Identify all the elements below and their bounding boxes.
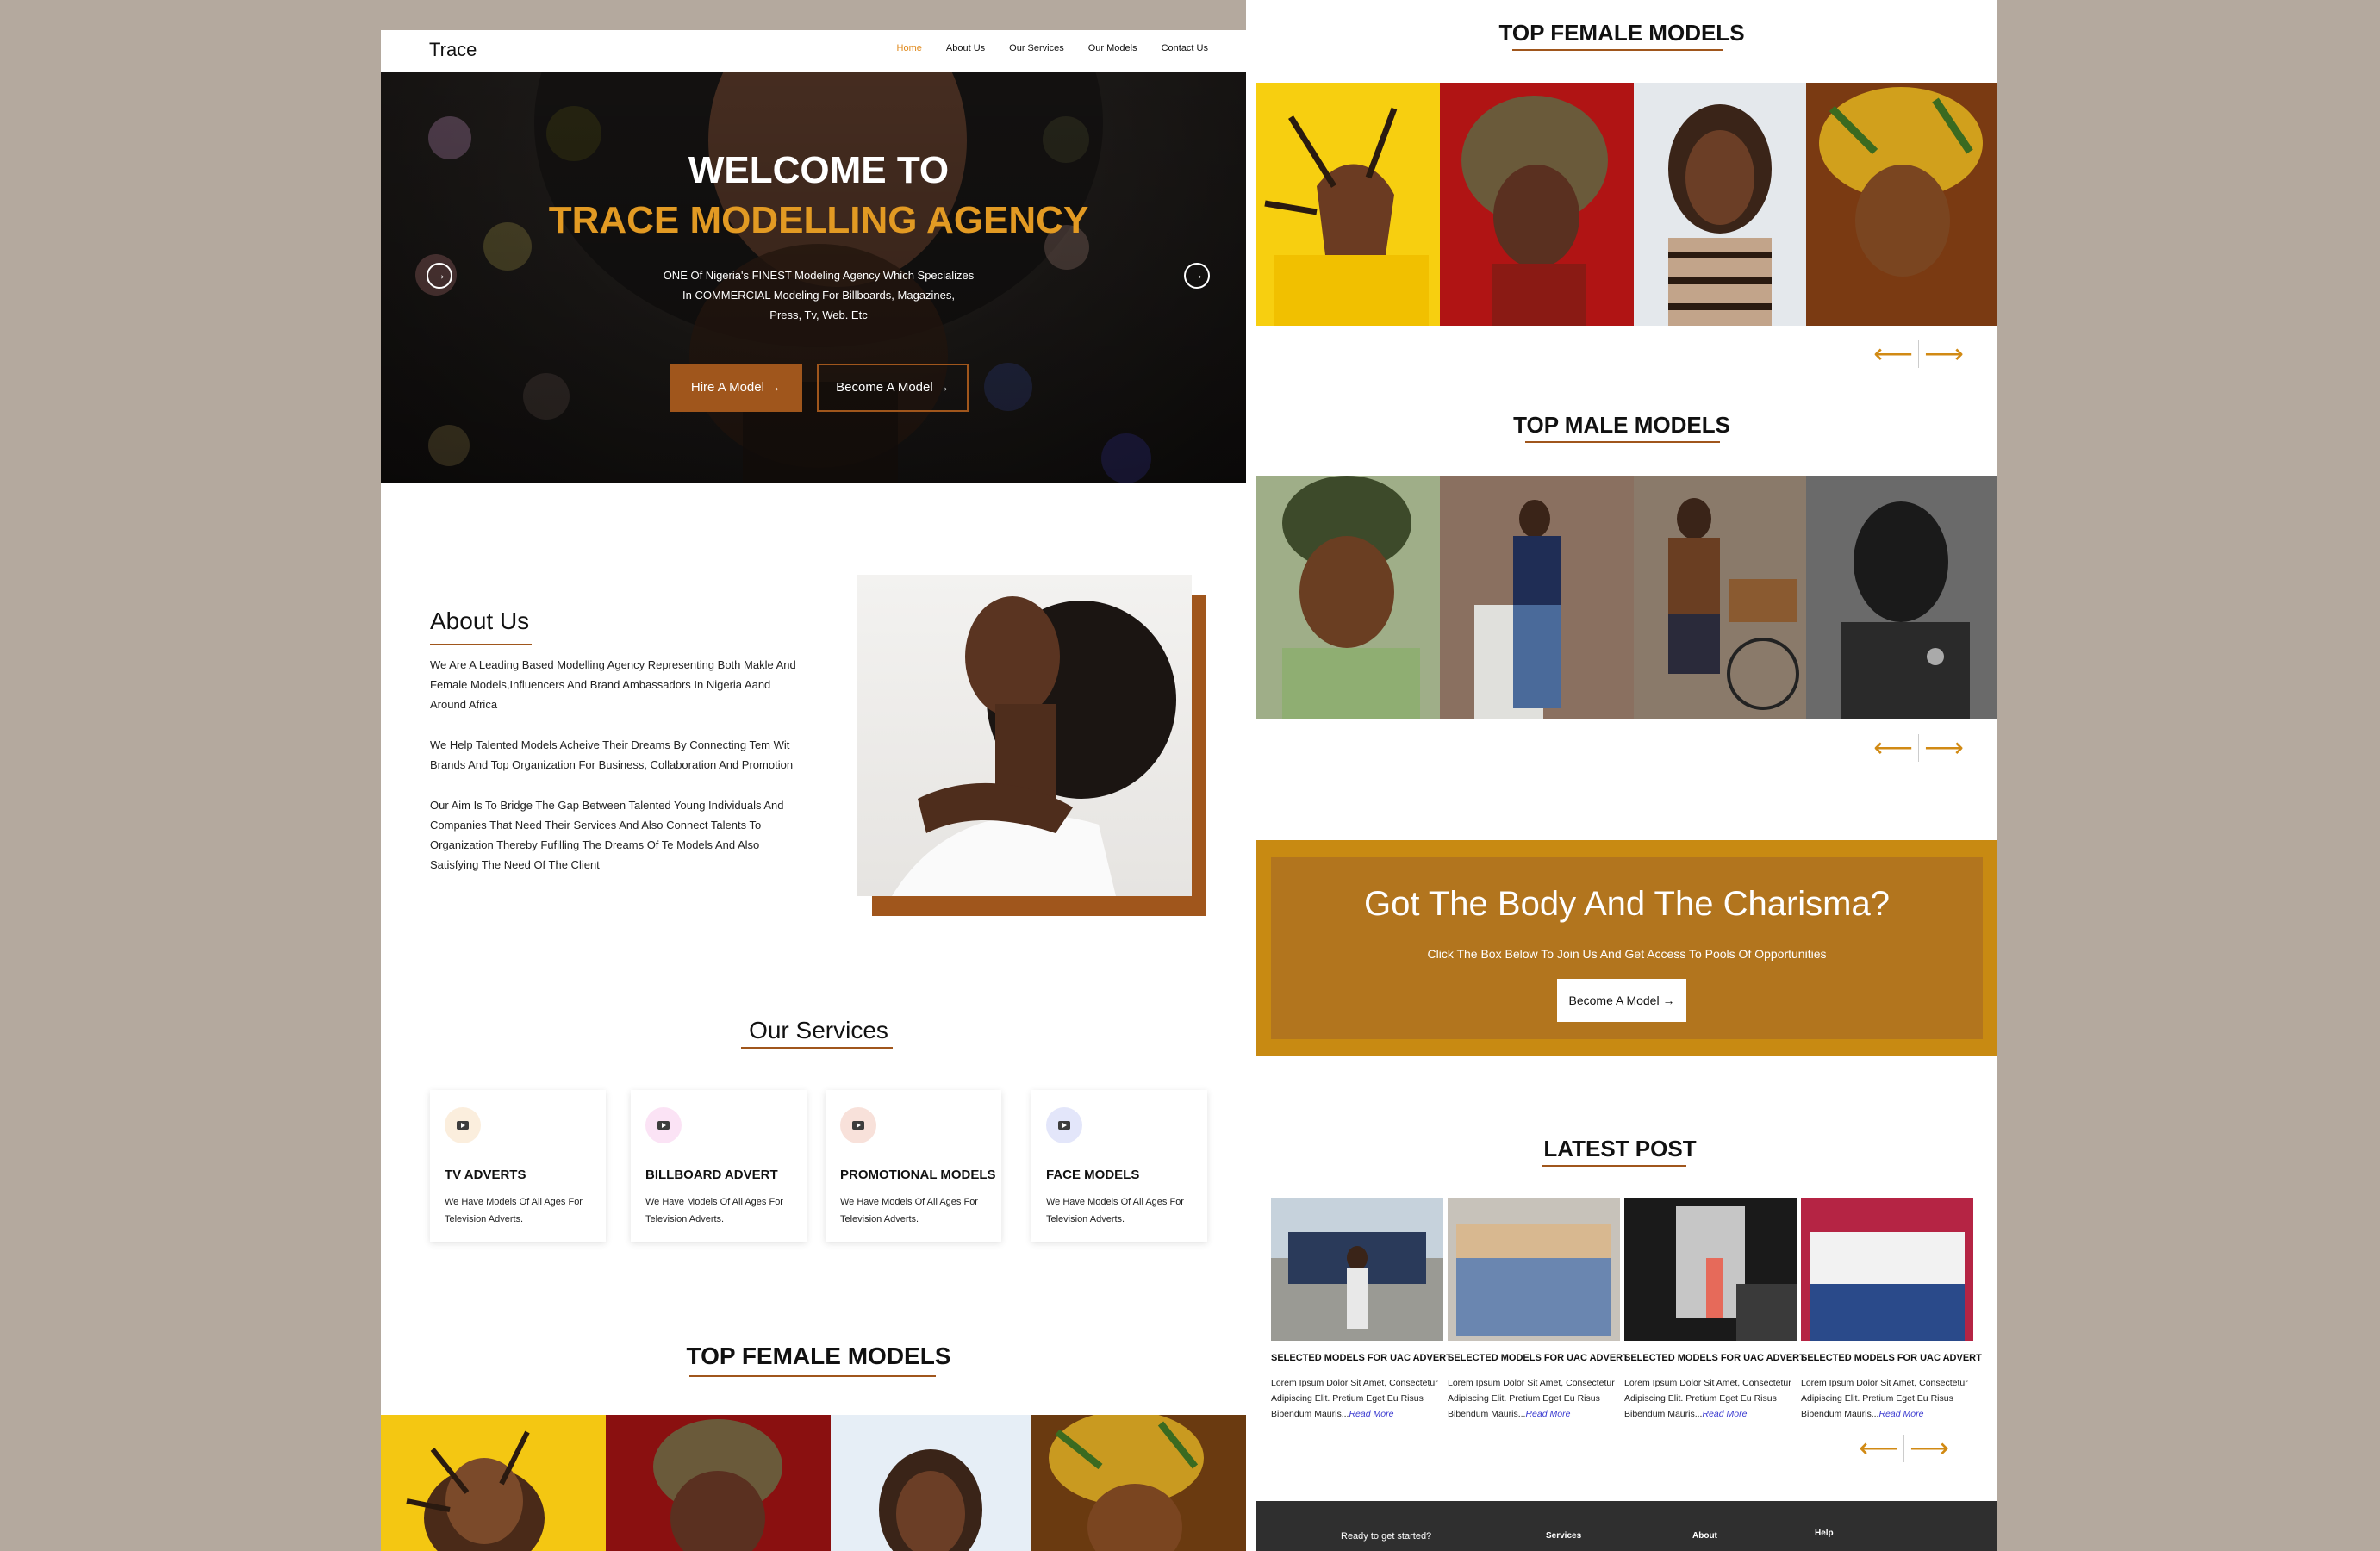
- services-title: Our Services: [749, 1017, 888, 1043]
- post-title[interactable]: SELECTED MODELS FOR UAC ADVERT: [1448, 1353, 1629, 1363]
- post-carousel-controls: ⟵ ⟶: [1854, 1434, 1954, 1462]
- about-title-underline: [430, 644, 532, 645]
- service-desc: We Have Models Of All Ages For Televisio…: [645, 1197, 783, 1224]
- male-model-photo[interactable]: [1440, 476, 1634, 719]
- hire-model-button[interactable]: Hire A Model →: [670, 364, 802, 412]
- post-excerpt: Lorem Ipsum Dolor Sit Amet, Consectetur …: [1624, 1378, 1791, 1419]
- long-arrow-left-icon[interactable]: ⟵: [1854, 1434, 1903, 1461]
- male-carousel-controls: ⟵ ⟶: [1868, 733, 1969, 762]
- long-arrow-left-icon[interactable]: ⟵: [1868, 339, 1918, 367]
- top-male-models-title: TOP MALE MODELS: [1513, 412, 1730, 438]
- top-female-models-title: TOP FEMALE MODELS: [1498, 20, 1745, 46]
- youtube-icon: [645, 1107, 682, 1143]
- about-title: About Us: [430, 607, 530, 634]
- about-paragraph-3: Our Aim Is To Bridge The Gap Between Tal…: [430, 799, 784, 871]
- cta-subtitle: Click The Box Below To Join Us And Get A…: [1427, 947, 1827, 961]
- cta-banner: Got The Body And The Charisma? Click The…: [1256, 840, 1997, 1056]
- service-title: BILLBOARD ADVERT: [645, 1168, 778, 1182]
- nav-link-models[interactable]: Our Models: [1088, 43, 1137, 53]
- long-arrow-right-icon[interactable]: ⟶: [1919, 733, 1969, 761]
- nav-link-home[interactable]: Home: [897, 43, 922, 53]
- latest-post-underline: [1542, 1165, 1686, 1167]
- homepage-right: TOP FEMALE MODELS ⟵ ⟶ TOP MALE MODELS ⟵ …: [1246, 0, 1997, 1551]
- post-excerpt: Lorem Ipsum Dolor Sit Amet, Consectetur …: [1271, 1378, 1438, 1419]
- about-paragraph-2: We Help Talented Models Acheive Their Dr…: [430, 738, 794, 771]
- hero-banner: WELCOME TO TRACE MODELLING AGENCY ONE Of…: [381, 72, 1256, 483]
- latest-post-title: LATEST POST: [1543, 1136, 1697, 1162]
- service-title: PROMOTIONAL MODELS: [840, 1168, 996, 1182]
- read-more-link[interactable]: Read More: [1525, 1409, 1570, 1419]
- service-title: FACE MODELS: [1046, 1168, 1140, 1182]
- read-more-link[interactable]: Read More: [1349, 1409, 1393, 1419]
- service-desc: We Have Models Of All Ages For Televisio…: [840, 1197, 978, 1224]
- youtube-icon: [445, 1107, 481, 1143]
- about-paragraph-1: We Are A Leading Based Modelling Agency …: [430, 658, 796, 711]
- female-model-photo[interactable]: [1440, 83, 1634, 326]
- female-model-photo[interactable]: [1634, 83, 1806, 326]
- top-navbar: Trace Home About Us Our Services Our Mod…: [381, 30, 1256, 72]
- post-thumbnail[interactable]: [1801, 1198, 1973, 1341]
- homepage-left: Trace Home About Us Our Services Our Mod…: [381, 30, 1256, 1551]
- arrow-circle-left-icon[interactable]: →: [427, 263, 452, 289]
- female-model-photo[interactable]: [831, 1415, 1031, 1551]
- footer-link-services[interactable]: Services: [1546, 1531, 1581, 1541]
- service-desc: We Have Models Of All Ages For Televisio…: [445, 1197, 583, 1224]
- male-model-photo[interactable]: [1806, 476, 1997, 719]
- nav-link-contact[interactable]: Contact Us: [1162, 43, 1208, 53]
- nav-link-services[interactable]: Our Services: [1009, 43, 1064, 53]
- footer-link-about[interactable]: About: [1692, 1531, 1717, 1541]
- service-card-tv-adverts[interactable]: TV ADVERTS We Have Models Of All Ages Fo…: [430, 1090, 606, 1242]
- youtube-icon: [840, 1107, 876, 1143]
- top-female-models-title: TOP FEMALE MODELS: [686, 1342, 951, 1369]
- long-arrow-left-icon[interactable]: ⟵: [1868, 733, 1918, 761]
- service-title: TV ADVERTS: [445, 1168, 526, 1182]
- female-model-photo[interactable]: [381, 1415, 606, 1551]
- cta-title: Got The Body And The Charisma?: [1364, 885, 1890, 923]
- footer-cta-text: Ready to get started?: [1341, 1531, 1432, 1542]
- about-model-photo: [857, 575, 1192, 896]
- male-model-photo[interactable]: [1256, 476, 1440, 719]
- brand-logo[interactable]: Trace: [429, 39, 477, 61]
- service-card-billboard[interactable]: BILLBOARD ADVERT We Have Models Of All A…: [631, 1090, 807, 1242]
- footer-link-help[interactable]: Help: [1815, 1529, 1834, 1538]
- female-carousel-controls: ⟵ ⟶: [1868, 339, 1969, 368]
- post-excerpt: Lorem Ipsum Dolor Sit Amet, Consectetur …: [1801, 1378, 1968, 1419]
- service-card-promotional[interactable]: PROMOTIONAL MODELS We Have Models Of All…: [826, 1090, 1001, 1242]
- nav-link-about[interactable]: About Us: [946, 43, 985, 53]
- post-title[interactable]: SELECTED MODELS FOR UAC ADVERT: [1271, 1353, 1452, 1363]
- nav-links: Home About Us Our Services Our Models Co…: [897, 43, 1208, 53]
- footer: Ready to get started? Services About Hel…: [1256, 1501, 1997, 1551]
- service-card-face-models[interactable]: FACE MODELS We Have Models Of All Ages F…: [1031, 1090, 1207, 1242]
- post-thumbnail[interactable]: [1624, 1198, 1797, 1341]
- male-model-photo[interactable]: [1634, 476, 1806, 719]
- post-title[interactable]: SELECTED MODELS FOR UAC ADVERT: [1801, 1353, 1982, 1363]
- female-model-photo[interactable]: [1031, 1415, 1256, 1551]
- post-thumbnail[interactable]: [1271, 1198, 1443, 1341]
- arrow-circle-right-icon[interactable]: →: [1184, 263, 1210, 289]
- hero-subtitle: ONE Of Nigeria's FINEST Modeling Agency …: [663, 269, 975, 321]
- become-model-button[interactable]: Become A Model →: [817, 364, 969, 412]
- female-model-photo[interactable]: [1256, 83, 1440, 326]
- read-more-link[interactable]: Read More: [1702, 1409, 1747, 1419]
- post-thumbnail[interactable]: [1448, 1198, 1620, 1341]
- post-excerpt: Lorem Ipsum Dolor Sit Amet, Consectetur …: [1448, 1378, 1615, 1419]
- long-arrow-right-icon[interactable]: ⟶: [1904, 1434, 1954, 1461]
- read-more-link[interactable]: Read More: [1878, 1409, 1923, 1419]
- post-title[interactable]: SELECTED MODELS FOR UAC ADVERT: [1624, 1353, 1805, 1363]
- female-title-underline: [1512, 49, 1723, 51]
- cta-become-model-button[interactable]: Become A Model →: [1557, 979, 1686, 1022]
- service-desc: We Have Models Of All Ages For Televisio…: [1046, 1197, 1184, 1224]
- services-title-underline: [741, 1047, 893, 1049]
- youtube-icon: [1046, 1107, 1082, 1143]
- male-title-underline: [1525, 441, 1720, 443]
- female-model-photo[interactable]: [1806, 83, 1997, 326]
- hero-title-line2: TRACE MODELLING AGENCY: [548, 199, 1089, 241]
- female-model-photo[interactable]: [606, 1415, 831, 1551]
- long-arrow-right-icon[interactable]: ⟶: [1919, 339, 1969, 367]
- hero-title-line1: WELCOME TO: [688, 149, 950, 191]
- female-title-underline: [689, 1375, 936, 1377]
